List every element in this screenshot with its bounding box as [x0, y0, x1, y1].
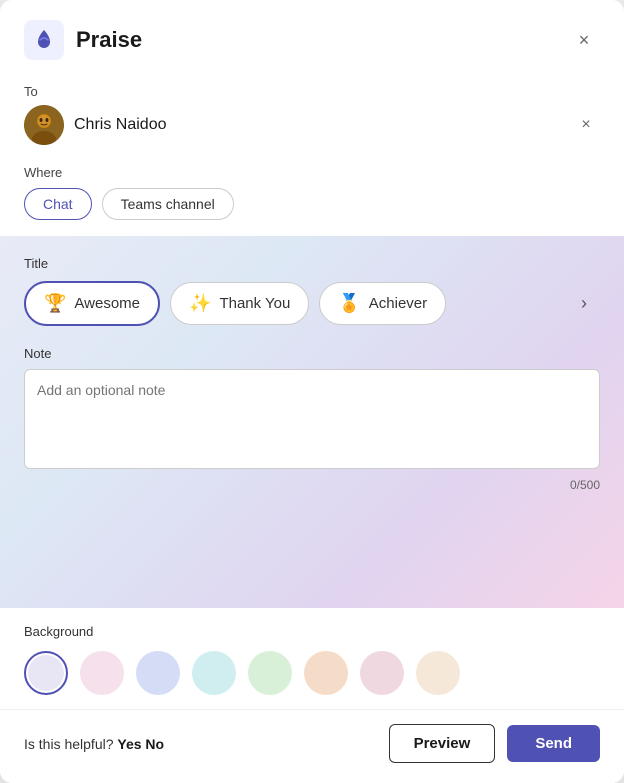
awesome-label: Awesome	[74, 295, 140, 312]
color-green[interactable]	[248, 651, 292, 695]
medal-icon: 🏅	[338, 293, 360, 314]
helpful-prompt-text: Is this helpful?	[24, 736, 114, 752]
where-teams-button[interactable]: Teams channel	[102, 188, 234, 220]
background-section: Background	[0, 608, 624, 709]
note-counter: 0/500	[24, 478, 600, 492]
dialog-header: Praise ×	[0, 0, 624, 76]
title-options: 🏆 Awesome ✨ Thank You 🏅 Achiever ›	[24, 281, 600, 326]
title-label: Title	[24, 256, 600, 271]
color-blue-light[interactable]	[136, 651, 180, 695]
helpful-no-button[interactable]: No	[145, 736, 164, 752]
to-label: To	[24, 84, 600, 99]
sparkles-icon: ✨	[189, 293, 211, 314]
where-label: Where	[24, 165, 600, 180]
praise-icon	[24, 20, 64, 60]
note-label: Note	[24, 346, 600, 361]
where-section: Where Chat Teams channel	[0, 157, 624, 236]
praise-dialog: Praise × To Chris Naidoo × Where	[0, 0, 624, 783]
dialog-title: Praise	[76, 27, 568, 53]
gradient-section: Title 🏆 Awesome ✨ Thank You 🏅 Achiever ›…	[0, 236, 624, 608]
recipient-clear-button[interactable]: ×	[572, 111, 600, 139]
helpful-yes-button[interactable]: Yes	[117, 736, 141, 752]
title-thankyou-button[interactable]: ✨ Thank You	[170, 282, 309, 325]
color-lavender[interactable]	[24, 651, 68, 695]
trophy-icon: 🏆	[44, 293, 66, 314]
recipient-row: Chris Naidoo ×	[24, 105, 600, 145]
to-section: To Chris Naidoo ×	[0, 76, 624, 157]
achiever-label: Achiever	[369, 295, 427, 312]
color-rose[interactable]	[360, 651, 404, 695]
send-button[interactable]: Send	[507, 725, 600, 762]
close-button[interactable]: ×	[568, 24, 600, 56]
note-container: 0/500	[24, 369, 600, 492]
title-awesome-button[interactable]: 🏆 Awesome	[24, 281, 160, 326]
where-chat-button[interactable]: Chat	[24, 188, 92, 220]
note-textarea[interactable]	[24, 369, 600, 469]
color-peach[interactable]	[304, 651, 348, 695]
recipient-name: Chris Naidoo	[74, 116, 562, 134]
footer: Is this helpful? Yes No Preview Send	[0, 709, 624, 783]
thankyou-label: Thank You	[219, 295, 290, 312]
where-options: Chat Teams channel	[24, 188, 600, 220]
color-cream[interactable]	[416, 651, 460, 695]
avatar	[24, 105, 64, 145]
color-teal[interactable]	[192, 651, 236, 695]
background-label: Background	[24, 624, 600, 639]
color-pink[interactable]	[80, 651, 124, 695]
title-next-button[interactable]: ›	[568, 288, 600, 320]
color-options	[24, 651, 600, 695]
title-achiever-button[interactable]: 🏅 Achiever	[319, 282, 446, 325]
helpful-prompt: Is this helpful? Yes No	[24, 736, 377, 752]
preview-button[interactable]: Preview	[389, 724, 496, 763]
